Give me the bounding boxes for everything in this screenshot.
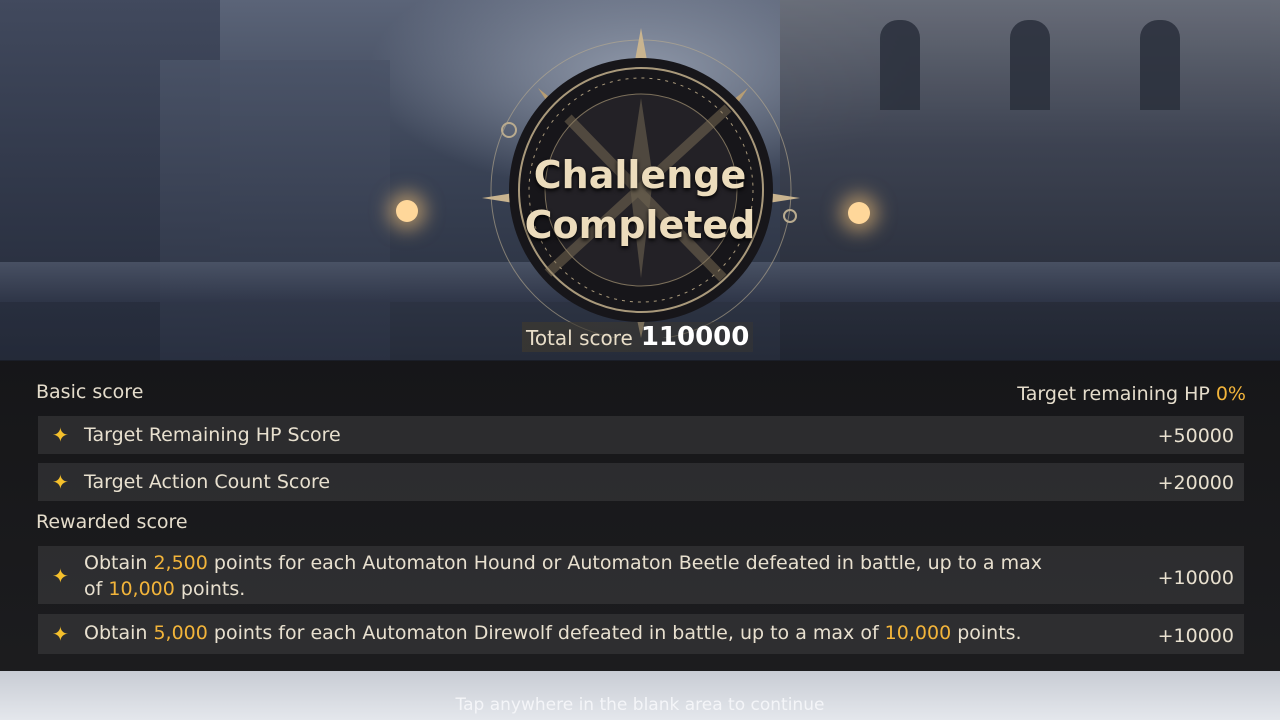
rewarded-score-heading: Rewarded score [36,511,188,533]
window [1010,20,1050,110]
text: points for each Automaton Direwolf defea… [207,622,885,644]
basic-score-row: ✦ Target Remaining HP Score +50000 [38,416,1244,454]
basic-score-heading: Basic score [36,381,144,403]
title-line-2: Completed [524,203,756,247]
row-value: +10000 [1157,567,1234,589]
row-label: Target Remaining HP Score [84,424,341,446]
total-score-label: Total score [526,326,633,350]
highlight-number: 5,000 [153,622,208,644]
row-description: Obtain 2,500 points for each Automaton H… [84,550,1144,602]
highlight-number: 10,000 [108,578,175,600]
text: Obtain [84,622,154,644]
text: Obtain [84,552,154,574]
continue-hint: Tap anywhere in the blank area to contin… [455,695,825,715]
four-point-star-icon: ✦ [52,564,69,588]
text: points. [174,578,246,600]
four-point-star-icon: ✦ [52,622,69,646]
row-value: +10000 [1157,625,1234,647]
row-label: Target Action Count Score [84,471,331,493]
rewarded-score-row: ✦ Obtain 2,500 points for each Automaton… [38,546,1244,604]
window [880,20,920,110]
row-description: Obtain 5,000 points for each Automaton D… [84,620,1144,646]
text: points for each Automaton Hound or Autom… [207,552,1042,574]
basic-score-row: ✦ Target Action Count Score +20000 [38,463,1244,501]
total-score-value: 110000 [640,322,750,352]
highlight-number: 10,000 [884,622,952,644]
window [1140,20,1180,110]
target-remaining-hp: Target remaining HP 0% [1017,383,1246,405]
row-value: +20000 [1157,472,1234,494]
score-panel: Basic score Target remaining HP 0% ✦ Targ… [0,361,1280,671]
challenge-completed-title: Challenge Completed [0,150,1280,250]
row-value: +50000 [1157,425,1234,447]
rewarded-score-row: ✦ Obtain 5,000 points for each Automaton… [38,614,1244,654]
four-point-star-icon: ✦ [52,423,69,447]
text: points. [951,622,1022,644]
total-score: Total score 110000 [522,322,754,352]
hp-percent: 0% [1215,383,1246,405]
text: of [84,578,109,600]
four-point-star-icon: ✦ [52,470,69,494]
hp-label-text: Target remaining HP [1017,383,1210,405]
title-line-1: Challenge [533,153,747,197]
highlight-number: 2,500 [153,552,208,574]
